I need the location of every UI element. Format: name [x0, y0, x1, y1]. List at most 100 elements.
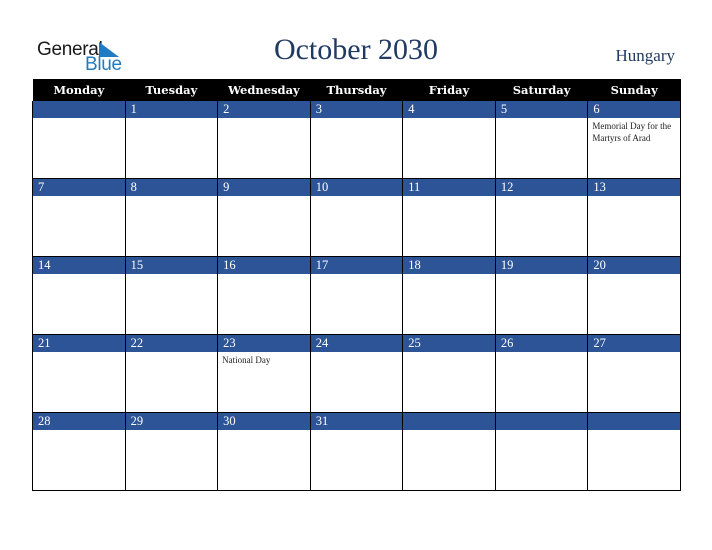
holiday-label: [403, 118, 495, 122]
day-cell[interactable]: 27: [587, 334, 681, 413]
holiday-label: [496, 118, 588, 122]
holiday-label: [311, 430, 403, 434]
day-number: 12: [495, 179, 588, 196]
day-cell[interactable]: [587, 412, 681, 491]
country-label: Hungary: [615, 46, 675, 65]
day-cell[interactable]: 11: [402, 178, 496, 257]
day-cell[interactable]: [32, 101, 126, 179]
day-number: 14: [33, 257, 125, 274]
day-cell[interactable]: 25: [402, 334, 496, 413]
holiday-label: [588, 430, 680, 434]
day-cell[interactable]: 23 National Day: [217, 334, 311, 413]
holiday-label: [403, 196, 495, 200]
day-cell[interactable]: [402, 412, 496, 491]
day-number: 6: [588, 101, 680, 118]
day-number: 19: [495, 257, 588, 274]
day-cell[interactable]: 6 Memorial Day for the Martyrs of Arad: [587, 101, 681, 179]
day-cell[interactable]: 28: [32, 412, 126, 491]
day-number: 4: [403, 101, 495, 118]
holiday-label: [588, 274, 680, 278]
calendar-grid: Monday Tuesday Wednesday Thursday Friday…: [32, 79, 681, 491]
day-cell[interactable]: 5: [494, 101, 589, 179]
day-number: 26: [495, 335, 588, 352]
weekday-header: Sunday: [587, 79, 681, 101]
day-cell[interactable]: 17: [309, 256, 404, 335]
holiday-label: [588, 352, 680, 356]
holiday-label: [496, 274, 588, 278]
holiday-label: [218, 274, 310, 278]
day-cell[interactable]: 19: [494, 256, 589, 335]
day-cell[interactable]: 14: [32, 256, 126, 335]
day-number: 11: [403, 179, 495, 196]
holiday-label: [126, 118, 218, 122]
week-row: 7 8 9 10 11 12 13: [32, 178, 681, 257]
day-cell[interactable]: 8: [124, 178, 219, 257]
holiday-label: [311, 196, 403, 200]
holiday-label: [311, 118, 403, 122]
day-number: 17: [310, 257, 403, 274]
weekday-header: Tuesday: [125, 79, 218, 101]
holiday-label: [588, 196, 680, 200]
holiday-label: Memorial Day for the Martyrs of Arad: [592, 121, 672, 143]
day-cell[interactable]: 12: [494, 178, 589, 257]
day-number: 15: [125, 257, 218, 274]
day-number: 9: [218, 179, 310, 196]
day-number: 24: [310, 335, 403, 352]
week-row: 1 2 3 4 5 6 Memorial Day for the Martyrs of Ar…: [32, 101, 681, 179]
day-cell[interactable]: 10: [309, 178, 404, 257]
day-cell[interactable]: 4: [402, 101, 496, 179]
day-cell[interactable]: 20: [587, 256, 681, 335]
weekday-header-row: Monday Tuesday Wednesday Thursday Friday…: [32, 79, 681, 101]
day-cell[interactable]: 15: [124, 256, 219, 335]
day-cell[interactable]: [494, 412, 589, 491]
day-cell[interactable]: 24: [309, 334, 404, 413]
day-number: 5: [495, 101, 588, 118]
day-cell[interactable]: 31: [309, 412, 404, 491]
holiday-label: [126, 196, 218, 200]
weekday-header: Friday: [402, 79, 496, 101]
weekday-header: Saturday: [495, 79, 588, 101]
weekday-header: Monday: [32, 79, 126, 101]
holiday-label: [126, 430, 218, 434]
day-number: 18: [403, 257, 495, 274]
holiday-label: [33, 274, 125, 278]
weekday-header: Thursday: [310, 79, 403, 101]
day-cell[interactable]: 3: [309, 101, 404, 179]
day-number: 8: [125, 179, 218, 196]
holiday-label: National Day: [222, 355, 271, 365]
day-number: [403, 413, 495, 430]
week-row: 28 29 30 31: [32, 412, 681, 491]
holiday-label: [311, 274, 403, 278]
day-number: 30: [218, 413, 310, 430]
day-number: 27: [588, 335, 680, 352]
holiday-label: [126, 352, 218, 356]
day-cell[interactable]: 29: [124, 412, 219, 491]
day-cell[interactable]: 9: [217, 178, 311, 257]
day-cell[interactable]: 16: [217, 256, 311, 335]
day-cell[interactable]: 2: [217, 101, 311, 179]
day-cell[interactable]: 13: [587, 178, 681, 257]
day-number: 16: [218, 257, 310, 274]
holiday-label: [496, 196, 588, 200]
day-cell[interactable]: 1: [124, 101, 219, 179]
holiday-label: [496, 352, 588, 356]
day-number: 21: [33, 335, 125, 352]
day-cell[interactable]: 21: [32, 334, 126, 413]
holiday-label: [403, 274, 495, 278]
day-cell[interactable]: 7: [32, 178, 126, 257]
day-cell[interactable]: 30: [217, 412, 311, 491]
holiday-label: [218, 430, 310, 434]
day-number: 13: [588, 179, 680, 196]
day-number: 28: [33, 413, 125, 430]
day-cell[interactable]: 18: [402, 256, 496, 335]
weekday-header: Wednesday: [217, 79, 311, 101]
day-number: 2: [218, 101, 310, 118]
day-number: 25: [403, 335, 495, 352]
holiday-label: [218, 196, 310, 200]
day-cell[interactable]: 22: [124, 334, 219, 413]
holiday-label: [311, 352, 403, 356]
holiday-label: [33, 352, 125, 356]
day-cell[interactable]: 26: [494, 334, 589, 413]
day-number: 3: [310, 101, 403, 118]
holiday-label: [218, 118, 310, 122]
